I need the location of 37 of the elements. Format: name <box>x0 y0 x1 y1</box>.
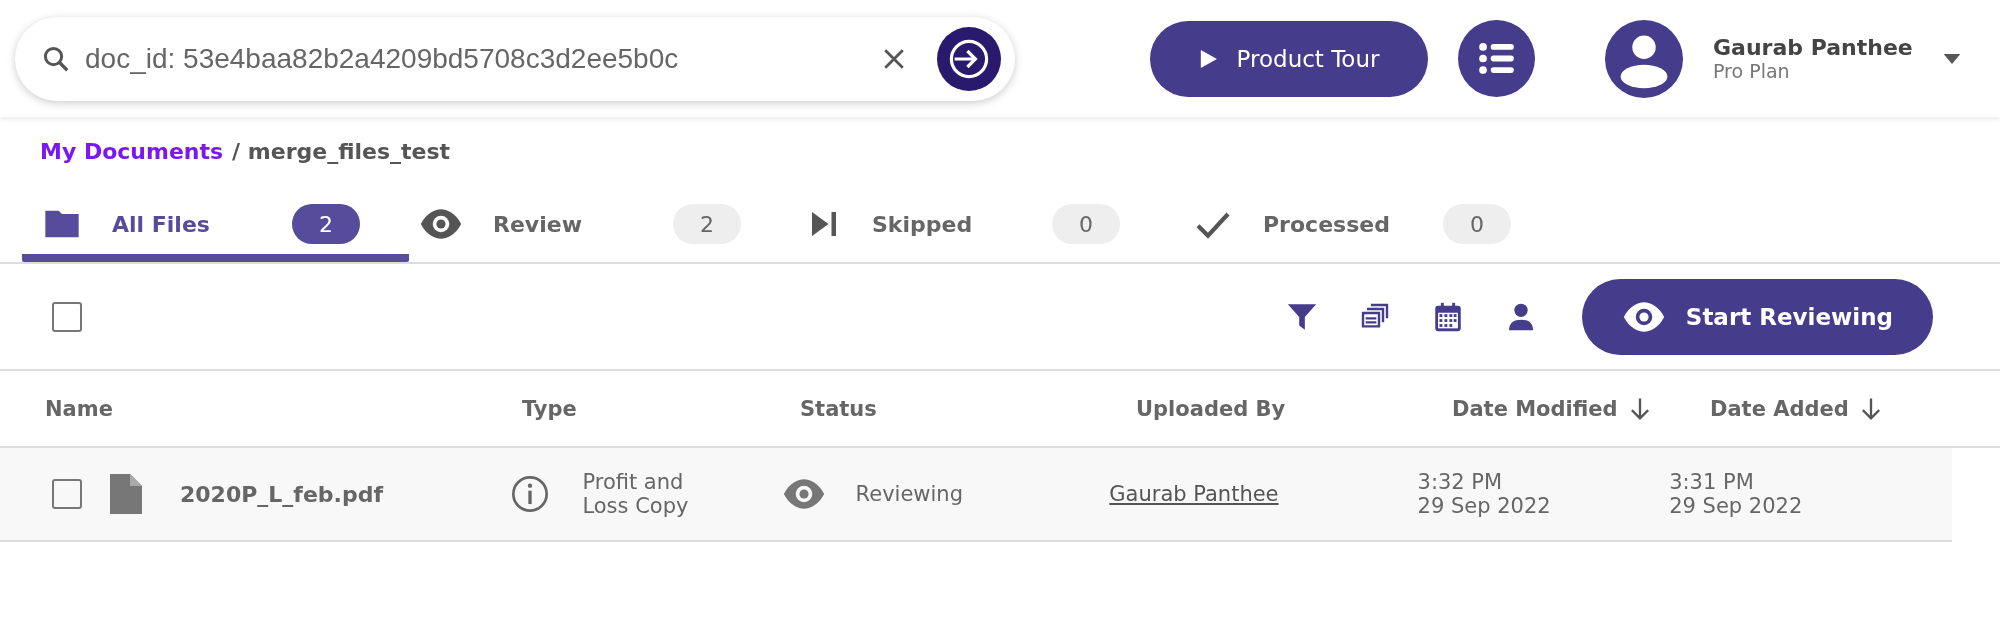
count-badge: 0 <box>1443 204 1511 244</box>
date-added: 3:31 PM 29 Sep 2022 <box>1669 470 1803 518</box>
file-name[interactable]: 2020P_L_feb.pdf <box>180 481 384 507</box>
enter-icon[interactable] <box>937 26 1001 91</box>
column-header[interactable]: Date Modified <box>1452 396 1618 421</box>
document-type: Profit and Loss Copy <box>582 470 690 518</box>
caret-icon[interactable] <box>1942 53 1961 64</box>
avatar-icon[interactable] <box>1605 19 1683 98</box>
start-reviewing-button[interactable]: Start Reviewing <box>1581 278 1933 355</box>
count-badge: 2 <box>673 204 741 244</box>
info-icon[interactable] <box>510 474 551 514</box>
user-name: Gaurab Panthee <box>1713 35 1913 60</box>
plan-label: Pro Plan <box>1713 60 1791 82</box>
file-icon <box>110 474 142 514</box>
count-badge: 2 <box>292 204 360 244</box>
column-header[interactable]: Status <box>800 396 877 421</box>
breadcrumb-current: / merge_files_test <box>232 139 451 164</box>
play-icon <box>1198 49 1217 68</box>
column-header[interactable]: Uploaded By <box>1136 396 1286 421</box>
breadcrumb-link[interactable]: My Documents <box>40 139 224 164</box>
product-tour-button[interactable]: Product Tour <box>1150 20 1428 97</box>
status-text: Reviewing <box>855 482 963 506</box>
select-all-checkbox[interactable] <box>52 301 82 332</box>
table-row[interactable]: 2020P_L_feb.pdf Profit and Loss Copy Reviewing Gaurab Panthee 3:32 PM 29 Sep 2022 3:31 PM 29 Sep 2022 <box>0 448 1952 542</box>
row-checkbox[interactable] <box>52 479 82 509</box>
tab[interactable]: Skipped 0 <box>796 194 1183 262</box>
uploader-link[interactable]: Gaurab Panthee <box>1109 482 1279 506</box>
column-header[interactable]: Type <box>522 396 577 421</box>
column-header[interactable]: Date Added <box>1710 396 1849 421</box>
search-field[interactable]: doc_id: 53e4baa82b2a4209bd5708c3d2ee5b0c <box>85 42 865 75</box>
column-header[interactable]: Name <box>45 396 113 421</box>
tab[interactable]: Review 2 <box>409 194 796 262</box>
date-modified: 3:32 PM 29 Sep 2022 <box>1417 470 1551 518</box>
tab[interactable]: All Files 2 <box>22 194 409 262</box>
tab[interactable]: Processed 0 <box>1183 194 1570 262</box>
list-menu-icon[interactable] <box>1458 20 1535 97</box>
count-badge: 0 <box>1052 204 1120 244</box>
